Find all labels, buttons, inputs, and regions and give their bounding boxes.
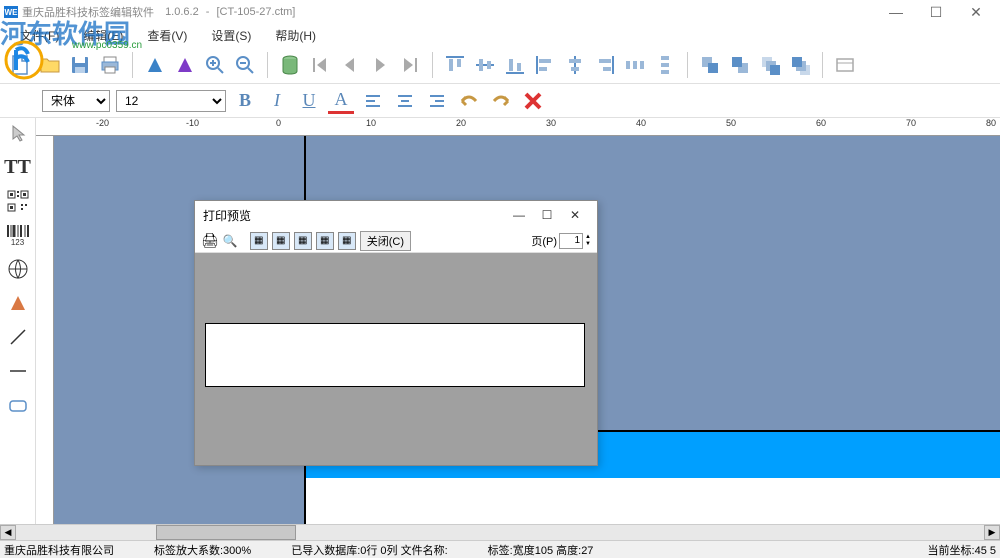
preview-layout-4[interactable]: ▦ bbox=[316, 232, 334, 250]
align-vcenter-button[interactable] bbox=[471, 51, 499, 79]
ruler-vertical bbox=[36, 136, 54, 524]
preview-zoom-icon[interactable]: 🔍 bbox=[223, 234, 238, 248]
horizontal-scrollbar[interactable]: ◀ ▶ bbox=[0, 524, 1000, 540]
scroll-thumb[interactable] bbox=[156, 525, 296, 540]
shape-tool[interactable] bbox=[3, 290, 33, 316]
italic-button[interactable]: I bbox=[264, 88, 290, 114]
preview-title: 打印预览 bbox=[203, 207, 505, 224]
watermark-logo-icon bbox=[4, 40, 44, 80]
preview-maximize-button[interactable]: ☐ bbox=[533, 204, 561, 226]
dist-v-button[interactable] bbox=[651, 51, 679, 79]
pointer-tool[interactable] bbox=[3, 120, 33, 146]
align-hcenter-button[interactable] bbox=[561, 51, 589, 79]
status-label-size: 标签:宽度105 高度:27 bbox=[488, 542, 594, 558]
bold-button[interactable]: B bbox=[232, 88, 258, 114]
preview-page-input[interactable] bbox=[559, 233, 583, 249]
maximize-button[interactable]: ☐ bbox=[916, 0, 956, 24]
qrcode-tool[interactable] bbox=[3, 188, 33, 214]
align-left-text-button[interactable] bbox=[360, 88, 386, 114]
app-title: 重庆品胜科技标签编辑软件 bbox=[22, 4, 154, 20]
status-data: 已导入数据库:0行 0列 文件名称: bbox=[291, 542, 447, 558]
shape1-button[interactable] bbox=[141, 51, 169, 79]
redo-button[interactable] bbox=[488, 88, 514, 114]
title-bar: WE 重庆品胜科技标签编辑软件 1.0.6.2 - [CT-105-27.ctm… bbox=[0, 0, 1000, 24]
preview-close-text-button[interactable]: 关闭(C) bbox=[360, 231, 411, 251]
first-button[interactable] bbox=[306, 51, 334, 79]
next-button[interactable] bbox=[366, 51, 394, 79]
status-company: 重庆品胜科技有限公司 bbox=[4, 542, 114, 558]
print-button[interactable] bbox=[96, 51, 124, 79]
menu-help[interactable]: 帮助(H) bbox=[263, 25, 328, 46]
rect-tool[interactable] bbox=[3, 392, 33, 418]
tools-palette: TT 123 bbox=[0, 118, 36, 524]
fontsize-select[interactable]: 12 bbox=[116, 90, 226, 112]
shape2-button[interactable] bbox=[171, 51, 199, 79]
page-down-button[interactable]: ▼ bbox=[585, 241, 591, 248]
ruler-horizontal: -20 -10 0 10 20 30 40 50 60 70 80 bbox=[36, 118, 1000, 136]
barcode-tool[interactable]: 123 bbox=[3, 222, 33, 248]
main-toolbar bbox=[0, 46, 1000, 84]
backward-button[interactable] bbox=[786, 51, 814, 79]
page-up-button[interactable]: ▲ bbox=[585, 234, 591, 241]
menu-settings[interactable]: 设置(S) bbox=[199, 25, 263, 46]
line-tool[interactable] bbox=[3, 324, 33, 350]
print-preview-window: 打印预览 — ☐ ✕ 🖨 🔍 ▦ ▦ ▦ ▦ ▦ 关闭(C) 页(P) ▲ ▼ bbox=[194, 200, 598, 466]
hline-tool[interactable] bbox=[3, 358, 33, 384]
status-bar: 重庆品胜科技有限公司 标签放大系数:300% 已导入数据库:0行 0列 文件名称… bbox=[0, 540, 1000, 558]
preview-layout-5[interactable]: ▦ bbox=[338, 232, 356, 250]
prev-button[interactable] bbox=[336, 51, 364, 79]
dist-h-button[interactable] bbox=[621, 51, 649, 79]
preview-layout-2[interactable]: ▦ bbox=[272, 232, 290, 250]
zoom-out-button[interactable] bbox=[231, 51, 259, 79]
preview-canvas bbox=[195, 253, 597, 465]
save-button[interactable] bbox=[66, 51, 94, 79]
format-toolbar: 宋体 12 B I U A bbox=[0, 84, 1000, 118]
preview-label-render bbox=[205, 323, 585, 387]
underline-button[interactable]: U bbox=[296, 88, 322, 114]
align-left-button[interactable] bbox=[531, 51, 559, 79]
menu-view[interactable]: 查看(V) bbox=[135, 25, 199, 46]
status-coords: 当前坐标:45 5 bbox=[928, 542, 996, 558]
undo-button[interactable] bbox=[456, 88, 482, 114]
delete-button[interactable] bbox=[520, 88, 546, 114]
font-color-button[interactable]: A bbox=[328, 88, 354, 114]
scroll-left-button[interactable]: ◀ bbox=[0, 525, 16, 540]
database-button[interactable] bbox=[276, 51, 304, 79]
preview-minimize-button[interactable]: — bbox=[505, 204, 533, 226]
preview-layout-1[interactable]: ▦ bbox=[250, 232, 268, 250]
send-back-button[interactable] bbox=[726, 51, 754, 79]
zoom-in-button[interactable] bbox=[201, 51, 229, 79]
preview-toolbar: 🖨 🔍 ▦ ▦ ▦ ▦ ▦ 关闭(C) 页(P) ▲ ▼ bbox=[195, 229, 597, 253]
app-logo-icon: WE bbox=[4, 6, 18, 18]
align-center-text-button[interactable] bbox=[392, 88, 418, 114]
align-bottom-button[interactable] bbox=[501, 51, 529, 79]
preview-close-button[interactable]: ✕ bbox=[561, 204, 589, 226]
scroll-right-button[interactable]: ▶ bbox=[984, 525, 1000, 540]
document-name: [CT-105-27.ctm] bbox=[216, 6, 295, 18]
status-zoom: 标签放大系数:300% bbox=[154, 542, 251, 558]
align-right-button[interactable] bbox=[591, 51, 619, 79]
app-version: 1.0.6.2 bbox=[165, 6, 199, 18]
watermark-url: www.pc0359.cn bbox=[72, 40, 142, 51]
more-button[interactable] bbox=[831, 51, 859, 79]
image-tool[interactable] bbox=[3, 256, 33, 282]
align-right-text-button[interactable] bbox=[424, 88, 450, 114]
text-tool[interactable]: TT bbox=[3, 154, 33, 180]
preview-print-icon[interactable]: 🖨 bbox=[201, 232, 219, 249]
menu-bar: 河东软件园 www.pc0359.cn 文件(F) 编辑(E) 查看(V) 设置… bbox=[0, 24, 1000, 46]
minimize-button[interactable]: — bbox=[876, 0, 916, 24]
last-button[interactable] bbox=[396, 51, 424, 79]
bring-front-button[interactable] bbox=[696, 51, 724, 79]
preview-layout-3[interactable]: ▦ bbox=[294, 232, 312, 250]
font-select[interactable]: 宋体 bbox=[42, 90, 110, 112]
align-top-button[interactable] bbox=[441, 51, 469, 79]
preview-page-label: 页(P) bbox=[531, 233, 557, 249]
preview-titlebar[interactable]: 打印预览 — ☐ ✕ bbox=[195, 201, 597, 229]
forward-button[interactable] bbox=[756, 51, 784, 79]
close-button[interactable]: ✕ bbox=[956, 0, 996, 24]
